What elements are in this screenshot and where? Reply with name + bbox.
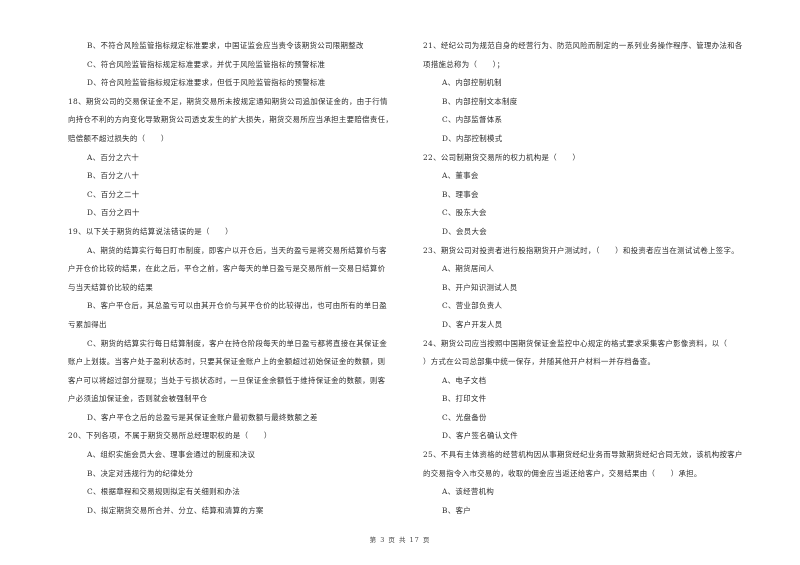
answer-option: B、客户平仓后，其总盈亏可以由其开仓价与其平仓价的比较得出，也可由所有的单日盈 [87, 301, 387, 311]
answer-option: A、董事会 [442, 171, 479, 181]
answer-option: C、营业部负责人 [442, 301, 503, 311]
answer-option: A、电子文档 [442, 375, 487, 385]
answer-option: C、股东大会 [442, 208, 487, 218]
answer-option: B、打印文件 [442, 394, 487, 404]
answer-option: D、客户平仓之后的总盈亏是其保证金账户最初数额与最终数额之差 [87, 412, 318, 422]
answer-option: B、开户知识测试人员 [442, 282, 518, 292]
answer-option: D、百分之四十 [87, 208, 140, 218]
answer-option: A、百分之六十 [87, 152, 140, 162]
answer-option: A、内部控制机制 [442, 78, 502, 88]
text-continuation: 客户可以将超过部分提现；当处于亏损状态时，一旦保证金余额低于维持保证金的数额，则… [68, 375, 386, 385]
answer-option: C、符合风险监管指标规定标准要求，并优于风险监管指标的预警标准 [87, 59, 326, 69]
question-stem: 25、不具有主体资格的经营机构因从事期货经纪业务而导致期货经纪合同无效，该机构按… [423, 450, 743, 460]
text-continuation: 项措施总称为（ ）； [423, 59, 505, 69]
question-stem: 24、期货公司应当按照中国期货保证金监控中心规定的格式要求采集客户影像资料，以（ [423, 338, 728, 348]
answer-option: C、内部监督体系 [442, 115, 503, 125]
text-continuation: ）方式在公司总部集中统一保存，并随其他开户材料一并存档备查。 [423, 357, 656, 367]
answer-option: C、光盘备份 [442, 412, 487, 422]
answer-option: D、符合风险监管指标规定标准要求，但低于风险监管指标的预警标准 [87, 78, 326, 88]
text-continuation: 的交易指令入市交易的，收取的佣金应当返还给客户，交易结果由（ ）承担。 [423, 468, 702, 478]
answer-option: D、客户开发人员 [442, 319, 503, 329]
answer-option: B、决定对违规行为的纪律处分 [87, 468, 194, 478]
answer-option: A、该经营机构 [442, 487, 495, 497]
answer-option: C、根据章程和交易规则拟定有关细则和办法 [87, 487, 241, 497]
text-continuation: 赔偿额不超过损失的（ ） [68, 133, 169, 143]
page-number-footer: 第 3 页 共 17 页 [369, 536, 431, 544]
left-column: B、不符合风险监管指标规定标准要求，中国证监会应当责令该期货公司限期整改 C、符合… [68, 41, 420, 524]
question-stem: 20、下列各项，不属于期货交易所总经理职权的是（ ） [68, 431, 272, 441]
exam-page: B、不符合风险监管指标规定标准要求，中国证监会应当责令该期货公司限期整改 C、符合… [0, 0, 800, 565]
answer-option: A、期货的结算实行每日盯市制度，即客户以开仓后，当天的盈亏是将交易所结算价与客 [87, 245, 387, 255]
answer-option: D、客户签名确认文件 [442, 431, 518, 441]
answer-option: A、组织实施会员大会、理事会通过的制度和决议 [87, 450, 256, 460]
question-stem: 23、期货公司对投资者进行股指期货开户测试时，（ ）和投资者应当在测试试卷上签字… [423, 245, 740, 255]
answer-option: C、期货的结算实行每日结算制度，客户在持仓阶段每天的单日盈亏都将直接在其保证金 [87, 338, 388, 348]
text-continuation: 户必须追加保证金，否则就会被强制平仓 [68, 394, 208, 404]
question-stem: 19、以下关于期货的结算说法错误的是（ ） [68, 226, 233, 236]
question-stem: 22、公司制期货交易所的权力机构是（ ） [423, 152, 581, 162]
answer-option: B、理事会 [442, 189, 479, 199]
text-continuation: 账户上划拨。当客户处于盈利状态时，只要其保证金账户上的金额超过初始保证金的数额，… [68, 357, 386, 367]
answer-option: C、百分之二十 [87, 189, 140, 199]
text-continuation: 向持仓不利的方向变化导致期货公司透支发生的扩大损失，期货交易所应当承担主要赔偿责… [68, 115, 394, 125]
text-continuation: 亏累加得出 [68, 319, 107, 329]
text-continuation: 与当天结算价比较的结果 [68, 282, 154, 292]
answer-option: D、内部控制模式 [442, 133, 503, 143]
question-stem: 21、经纪公司为规范自身的经营行为、防范风险而制定的一系列业务操作程序、管理办法… [423, 41, 743, 50]
right-column: 21、经纪公司为规范自身的经营行为、防范风险而制定的一系列业务操作程序、管理办法… [423, 41, 775, 524]
answer-option: B、百分之八十 [87, 171, 140, 181]
answer-option: B、不符合风险监管指标规定标准要求，中国证监会应当责令该期货公司限期整改 [87, 41, 364, 50]
answer-option: B、客户 [442, 505, 472, 515]
answer-option: B、内部控制文本制度 [442, 96, 518, 106]
answer-option: A、期货居间人 [442, 264, 495, 274]
text-continuation: 户开仓价比较的结果，在此之后，平仓之前，客户每天的单日盈亏是交易所前一交易日结算… [68, 264, 386, 274]
question-stem: 18、期货公司的交易保证金不足，期货交易所未按规定通知期货公司追加保证金的，由于… [68, 96, 388, 106]
answer-option: D、会员大会 [442, 226, 487, 236]
answer-option: D、拟定期货交易所合并、分立、结算和清算的方案 [87, 505, 264, 515]
